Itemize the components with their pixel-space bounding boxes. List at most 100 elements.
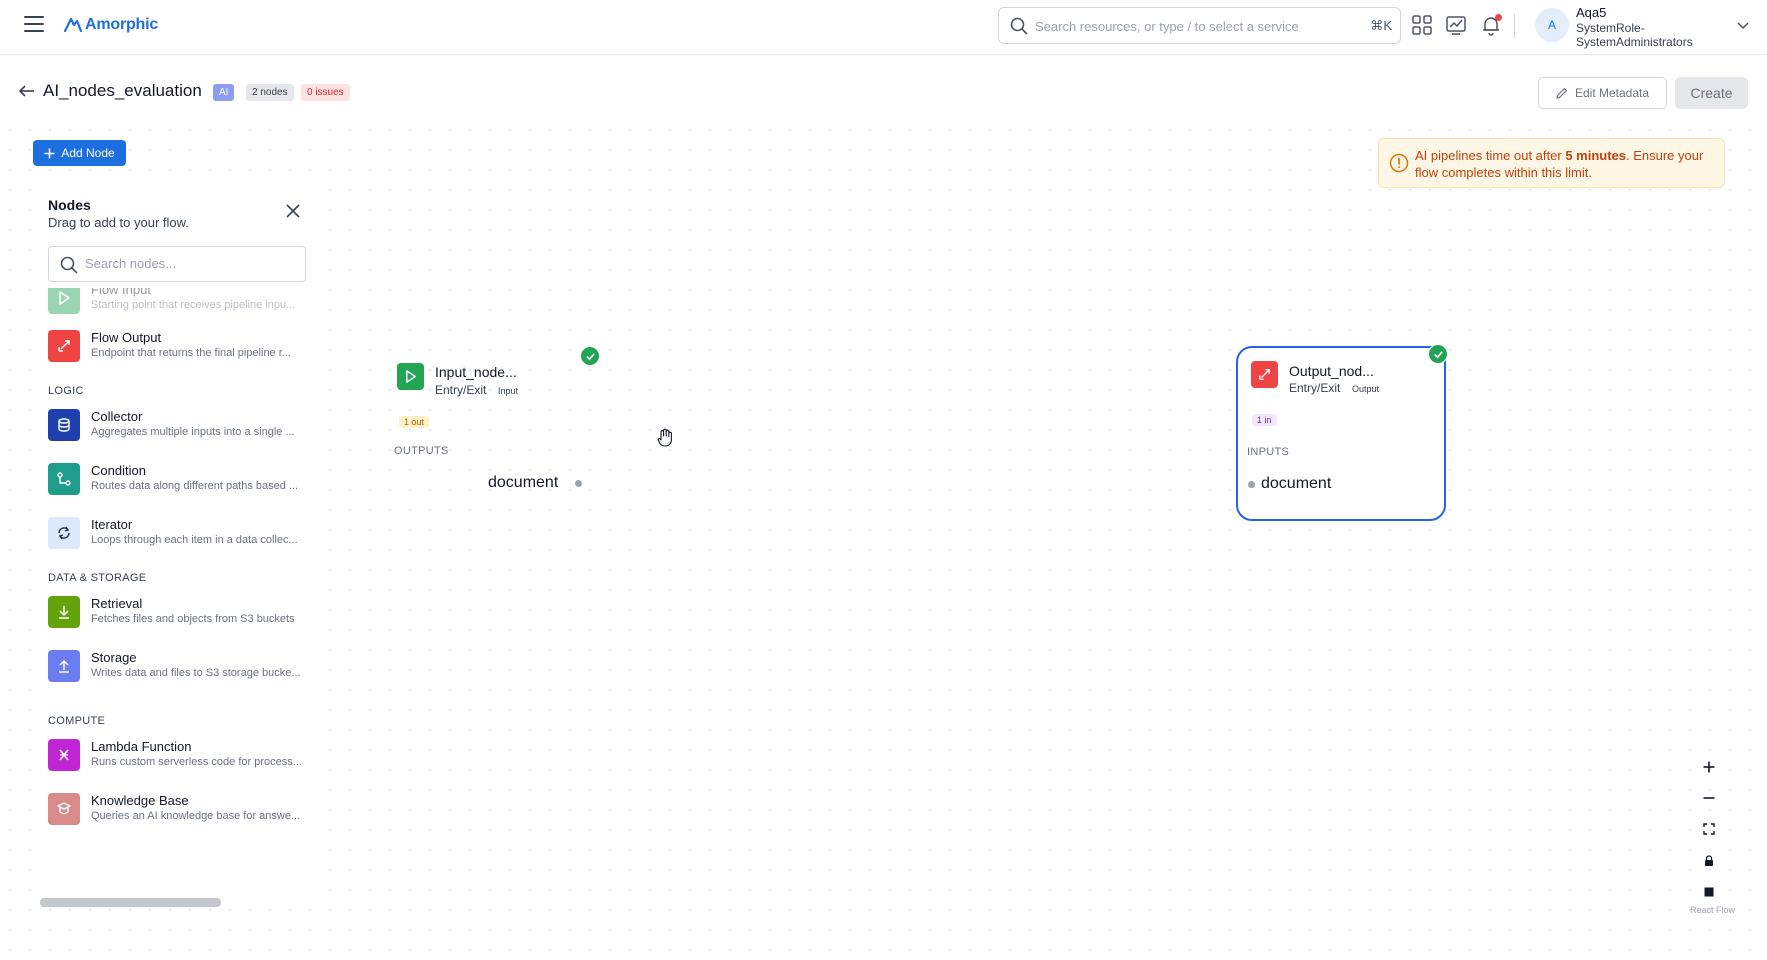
- warning-text: AI pipelines time out after 5 minutes. E…: [1415, 148, 1704, 180]
- global-search-input[interactable]: [1035, 16, 1355, 36]
- edit-metadata-button[interactable]: Edit Metadata: [1538, 77, 1667, 109]
- stop-icon[interactable]: [1700, 883, 1718, 901]
- chevron-down-icon[interactable]: [1736, 19, 1750, 33]
- logo-text: Amorphic: [85, 16, 159, 33]
- timeout-warning: AI pipelines time out after 5 minutes. E…: [1378, 138, 1725, 188]
- top-bar: Amorphic ⌘K: [0, 0, 1767, 55]
- node-subtitle: Entry/Exit: [435, 383, 487, 397]
- node-type-tag: Output: [1352, 384, 1380, 394]
- app-root: Amorphic ⌘K: [0, 0, 1767, 960]
- nodes-panel: Nodes Drag to add to your flow. Flow Inp…: [34, 188, 314, 908]
- node-search-input[interactable]: [85, 256, 295, 271]
- palette-item-storage[interactable]: Storage Writes data and files to S3 stor…: [48, 645, 310, 689]
- input-node[interactable]: Input_node... Entry/Exit Input 1 out OUT…: [388, 346, 600, 502]
- output-port-label: document: [488, 474, 559, 491]
- export-icon: [48, 330, 80, 362]
- analytics-icon[interactable]: [1445, 14, 1467, 36]
- avatar[interactable]: A: [1535, 8, 1569, 42]
- topbar-divider: [1514, 14, 1515, 38]
- outputs-section-label: OUTPUTS: [394, 445, 449, 457]
- zoom-out-icon[interactable]: [1700, 789, 1718, 807]
- output-handle[interactable]: [574, 479, 583, 488]
- logo[interactable]: Amorphic: [64, 13, 158, 37]
- fit-view-icon[interactable]: [1700, 820, 1718, 838]
- palette-item-name: Flow Output: [91, 330, 162, 345]
- panel-subtitle: Drag to add to your flow.: [48, 215, 189, 230]
- palette-item-lambda-function[interactable]: Lambda Function Runs custom serverless c…: [48, 734, 310, 778]
- palette-item-name: Knowledge Base: [91, 793, 189, 808]
- panel-horizontal-scrollbar[interactable]: [40, 898, 221, 907]
- inputs-section-label: INPUTS: [1247, 446, 1290, 458]
- hamburger-menu-icon[interactable]: [24, 16, 44, 34]
- palette-item-collector[interactable]: Collector Aggregates multiple inputs int…: [48, 404, 310, 448]
- palette-item-name: Lambda Function: [91, 739, 192, 754]
- palette-item-retrieval[interactable]: Retrieval Fetches files and objects from…: [48, 591, 310, 635]
- database-icon: [48, 409, 80, 441]
- add-node-button[interactable]: Add Node: [33, 140, 126, 166]
- zoom-in-icon[interactable]: [1700, 758, 1718, 776]
- global-search[interactable]: ⌘K: [998, 7, 1401, 44]
- play-icon: [48, 288, 80, 314]
- node-search[interactable]: [48, 246, 306, 282]
- palette-item-desc: Starting point that receives pipeline in…: [91, 299, 296, 311]
- branch-icon: [48, 463, 80, 495]
- palette-item-knowledge-base[interactable]: Knowledge Base Queries an AI knowledge b…: [48, 788, 310, 832]
- palette-list[interactable]: Flow Input Starting point that receives …: [34, 288, 314, 888]
- palette-item-desc: Fetches files and objects from S3 bucket…: [91, 613, 295, 625]
- category-data-storage: DATA & STORAGE: [48, 572, 147, 584]
- lock-icon[interactable]: [1700, 852, 1718, 870]
- palette-item-desc: Endpoint that returns the final pipeline…: [91, 347, 291, 359]
- output-count-badge: 1 out: [399, 416, 430, 428]
- search-shortcut: ⌘K: [1370, 18, 1392, 33]
- edit-metadata-label: Edit Metadata: [1574, 86, 1650, 100]
- category-compute: COMPUTE: [48, 715, 106, 727]
- back-arrow-icon[interactable]: [18, 83, 36, 99]
- output-node[interactable]: Output_nod... Entry/Exit Output 1 in INP…: [1236, 344, 1448, 521]
- palette-item-name: Iterator: [91, 517, 133, 532]
- export-icon: [1251, 361, 1278, 388]
- pencil-icon: [1556, 87, 1568, 99]
- node-subtitle: Entry/Exit: [1289, 381, 1341, 395]
- palette-item-name: Storage: [91, 650, 137, 665]
- check-icon: [1428, 344, 1448, 364]
- warning-icon: [1389, 153, 1409, 173]
- warning-highlight: 5 minutes: [1565, 148, 1626, 163]
- palette-item-desc: Loops through each item in a data collec…: [91, 534, 298, 546]
- node-count-badge: 2 nodes: [246, 84, 294, 101]
- react-flow-attribution[interactable]: React Flow: [1690, 905, 1735, 915]
- category-logic: LOGIC: [48, 385, 84, 397]
- palette-item-desc: Writes data and files to S3 storage buck…: [91, 667, 301, 679]
- loop-icon: [48, 517, 80, 549]
- search-icon: [60, 256, 78, 274]
- book-icon: [48, 793, 80, 825]
- notification-dot: [1495, 14, 1502, 21]
- input-handle[interactable]: [1247, 480, 1256, 489]
- bell-icon[interactable]: [1480, 14, 1502, 36]
- node-title: Input_node...: [435, 364, 517, 380]
- issues-badge: 0 issues: [301, 84, 350, 101]
- play-icon: [397, 363, 424, 390]
- panel-title: Nodes: [48, 197, 91, 213]
- ai-badge: AI: [213, 84, 235, 101]
- user-role: SystemRole-SystemAdministrators: [1576, 21, 1693, 49]
- palette-item-name: Condition: [91, 463, 146, 478]
- upload-icon: [48, 650, 80, 682]
- node-title: Output_nod...: [1289, 363, 1374, 379]
- user-name: Aqa5: [1576, 5, 1607, 20]
- close-icon[interactable]: [286, 204, 300, 218]
- amorphic-logo-icon: [64, 17, 82, 33]
- create-button[interactable]: Create: [1675, 77, 1748, 109]
- palette-item-name: Collector: [91, 409, 143, 424]
- apps-grid-icon[interactable]: [1411, 14, 1433, 36]
- input-count-badge: 1 in: [1252, 414, 1277, 426]
- page-title: AI_nodes_evaluation: [43, 81, 202, 100]
- palette-item-flow-input[interactable]: Flow Input Starting point that receives …: [48, 288, 310, 321]
- palette-item-iterator[interactable]: Iterator Loops through each item in a da…: [48, 512, 310, 556]
- lambda-icon: [48, 739, 80, 771]
- palette-item-desc: Runs custom serverless code for process.…: [91, 756, 302, 768]
- input-port-label: document: [1261, 475, 1332, 492]
- palette-item-flow-output[interactable]: Flow Output Endpoint that returns the fi…: [48, 325, 310, 369]
- palette-item-condition[interactable]: Condition Routes data along different pa…: [48, 458, 310, 502]
- download-icon: [48, 596, 80, 628]
- grab-cursor-icon: [657, 428, 672, 447]
